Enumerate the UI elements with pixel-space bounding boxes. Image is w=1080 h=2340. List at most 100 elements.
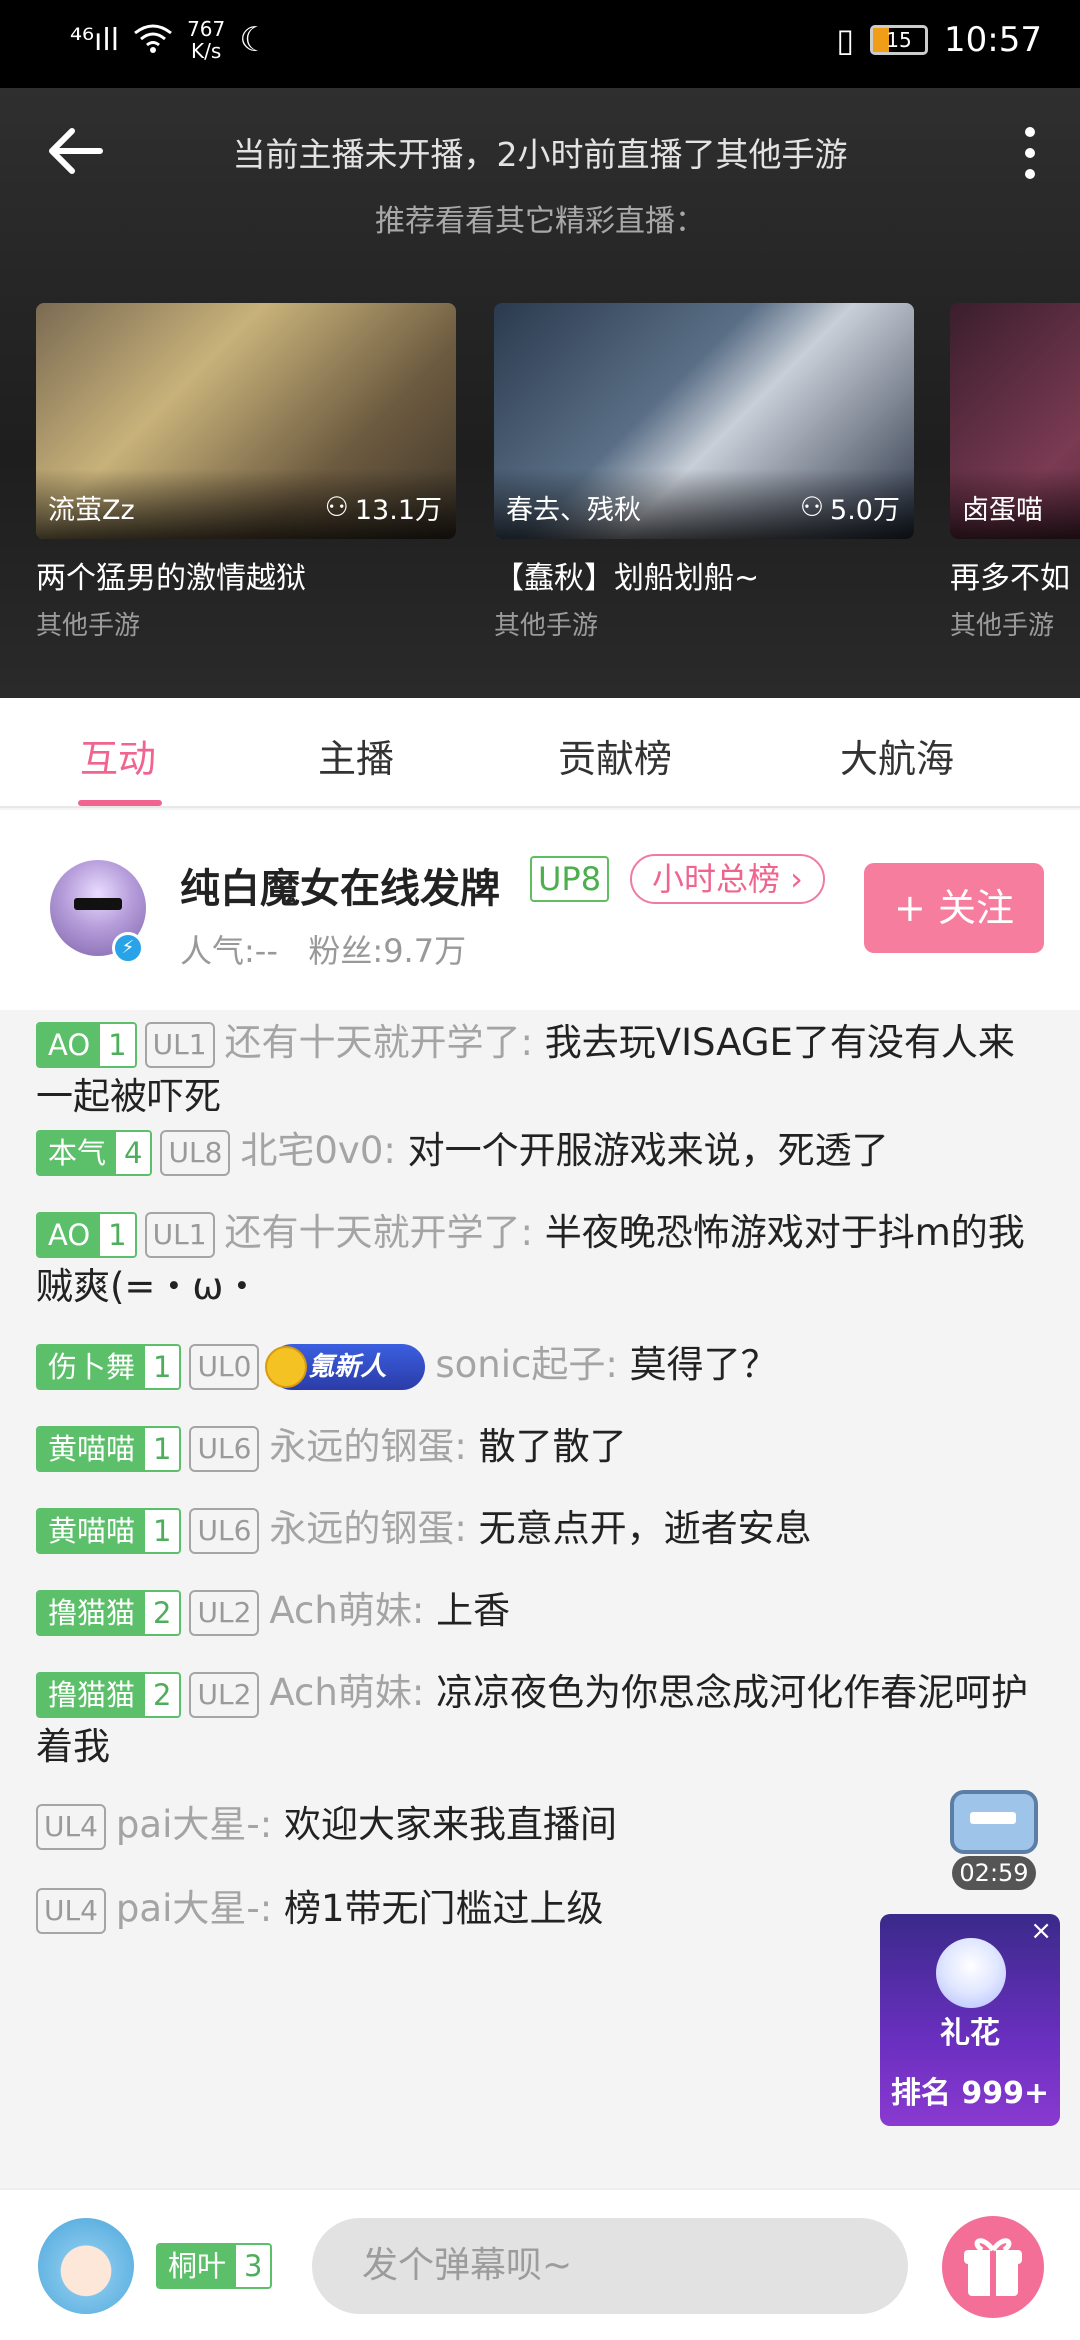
active-tab-indicator bbox=[78, 800, 162, 806]
chat-message: UL4 pai大星-: 欢迎大家来我直播间 bbox=[36, 1798, 916, 1852]
user-level-badge: UL0 bbox=[189, 1343, 260, 1390]
chat-message: UL4 pai大星-: 榜1带无门槛过上级 bbox=[36, 1882, 866, 1936]
viewer-count: ⚇ 5.0万 bbox=[799, 492, 900, 526]
chat-message: AO 1 UL1 还有十天就开学了: 我去玩VISAGE了有没有人来一起被吓死 bbox=[36, 1016, 1046, 1124]
close-icon[interactable]: × bbox=[1030, 1916, 1052, 1946]
recommend-hint: 推荐看看其它精彩直播： bbox=[375, 204, 705, 239]
up-level-badge: UP8 bbox=[530, 856, 610, 902]
recommend-card[interactable]: 流萤Zz ⚇ 13.1万 两个猛男的激情越狱 其他手游 bbox=[36, 303, 456, 642]
user-level-badge: UL6 bbox=[189, 1425, 260, 1472]
chat-username[interactable]: Ach萌妹: bbox=[269, 1671, 424, 1714]
stream-category: 其他手游 bbox=[36, 611, 141, 641]
user-level-badge: UL6 bbox=[189, 1507, 260, 1554]
stream-title: 【蠢秋】划船划船~ bbox=[494, 561, 760, 596]
chat-username[interactable]: pai大星-: bbox=[116, 1887, 272, 1930]
chat-text: 凉凉夜色为你思念成河化作春泥呵护着我 bbox=[36, 1671, 1029, 1768]
user-level-badge: UL2 bbox=[189, 1589, 260, 1636]
user-level-badge: UL2 bbox=[189, 1671, 260, 1718]
recommend-list: 流萤Zz ⚇ 13.1万 两个猛男的激情越狱 其他手游 春去、残秋 ⚇ 5.0万 【… bbox=[36, 303, 1080, 643]
fan-medal[interactable]: 黄喵喵 1 bbox=[36, 1425, 182, 1472]
stream-thumbnail: 卤蛋喵 bbox=[950, 303, 1080, 539]
more-vertical-icon[interactable] bbox=[1010, 118, 1050, 188]
fan-medal[interactable]: 撸猫猫 2 bbox=[36, 1671, 182, 1718]
recommend-card[interactable]: 卤蛋喵 再多不如 其他手游 bbox=[950, 303, 1080, 642]
gift-rank-banner[interactable]: × 礼花 排名 999+ bbox=[880, 1914, 1060, 2126]
coin-icon bbox=[265, 1345, 308, 1388]
user-level-badge: UL1 bbox=[144, 1211, 215, 1258]
tab-interact[interactable]: 互动 bbox=[80, 728, 156, 783]
fan-medal[interactable]: 撸猫猫 2 bbox=[36, 1589, 182, 1636]
recommend-card[interactable]: 春去、残秋 ⚇ 5.0万 【蠢秋】划船划船~ 其他手游 bbox=[494, 303, 914, 642]
clock: 10:57 bbox=[944, 20, 1042, 60]
fan-medal[interactable]: 黄喵喵 1 bbox=[36, 1507, 182, 1554]
chat-message: 撸猫猫 2 UL2 Ach萌妹: 凉凉夜色为你思念成河化作春泥呵护着我 bbox=[36, 1666, 1046, 1774]
chat-message: 撸猫猫 2 UL2 Ach萌妹: 上香 bbox=[36, 1584, 1046, 1638]
anchor-name: 春去、残秋 bbox=[506, 495, 641, 526]
my-avatar[interactable] bbox=[38, 2218, 134, 2314]
tab-guard[interactable]: 大航海 bbox=[840, 728, 954, 783]
room-tabs: 互动 主播 贡献榜 大航海 bbox=[0, 698, 1080, 808]
gift-button[interactable] bbox=[942, 2216, 1044, 2318]
chat-text: 无意点开，逝者安息 bbox=[466, 1507, 812, 1550]
newbie-badge: 氪新人 bbox=[265, 1343, 426, 1390]
gift-icon bbox=[964, 2238, 1022, 2296]
tab-contribution[interactable]: 贡献榜 bbox=[558, 728, 672, 783]
fan-medal[interactable]: 伤卜舞 1 bbox=[36, 1343, 182, 1390]
chat-text: 欢迎大家来我直播间 bbox=[272, 1803, 617, 1846]
anchor-name: 流萤Zz bbox=[48, 495, 135, 526]
stream-thumbnail: 流萤Zz ⚇ 13.1万 bbox=[36, 303, 456, 539]
stream-category: 其他手游 bbox=[494, 611, 599, 641]
stream-thumbnail: 春去、残秋 ⚇ 5.0万 bbox=[494, 303, 914, 539]
chat-text: 莫得了？ bbox=[617, 1343, 778, 1386]
chat-username[interactable]: 还有十天就开学了: bbox=[225, 1211, 533, 1254]
user-level-badge: UL8 bbox=[160, 1129, 231, 1176]
stream-category: 其他手游 bbox=[950, 611, 1055, 641]
streamer-info: ⚡ 纯白魔女在线发牌 UP8 小时总榜 › 人气:-- 粉丝:9.7万 + 关注 bbox=[0, 810, 1080, 1010]
chat-message: 本气 4 UL8 北宅0v0: 对一个开服游戏来说，死透了 bbox=[36, 1124, 1046, 1178]
verified-lightning-icon: ⚡ bbox=[112, 932, 144, 964]
streamer-stats: 人气:-- 粉丝:9.7万 bbox=[180, 926, 466, 972]
offline-notice: 当前主播未开播，2小时前直播了其他手游 bbox=[232, 135, 848, 174]
banner-title: 礼花 bbox=[940, 2016, 1000, 2051]
cellular-signal-icon: ⁴⁶ıll bbox=[70, 22, 120, 58]
chat-username[interactable]: 永远的钢蛋: bbox=[269, 1507, 466, 1550]
stream-title: 两个猛男的激情越狱 bbox=[36, 561, 306, 596]
fan-medal[interactable]: 本气 4 bbox=[36, 1129, 153, 1176]
chat-username[interactable]: pai大星-: bbox=[116, 1803, 272, 1846]
my-fan-medal[interactable]: 桐叶 3 bbox=[156, 2243, 273, 2289]
follow-button[interactable]: + 关注 bbox=[864, 863, 1044, 953]
fans-count: 粉丝:9.7万 bbox=[308, 932, 467, 970]
offline-recommend-panel: 当前主播未开播，2小时前直播了其他手游 推荐看看其它精彩直播： 流萤Zz ⚇ 13… bbox=[0, 88, 1080, 698]
chat-username[interactable]: Ach萌妹: bbox=[269, 1589, 424, 1632]
network-speed: 767 K/s bbox=[187, 17, 226, 63]
viewer-count: ⚇ 13.1万 bbox=[324, 492, 442, 526]
bottom-input-bar: 桐叶 3 发个弹幕呗~ bbox=[0, 2188, 1080, 2340]
tab-anchor[interactable]: 主播 bbox=[318, 728, 394, 783]
treasure-chest-button[interactable]: 02:59 bbox=[938, 1782, 1048, 1892]
battery-icon: 15 bbox=[870, 25, 929, 55]
vibrate-icon: ▯ bbox=[836, 21, 855, 59]
streamer-name: 纯白魔女在线发牌 bbox=[180, 866, 500, 912]
chat-message: 伤卜舞 1 UL0 氪新人 sonic起子: 莫得了？ bbox=[36, 1338, 1046, 1392]
wifi-icon bbox=[133, 23, 173, 57]
banner-rank: 排名 999+ bbox=[890, 2076, 1050, 2111]
chest-timer: 02:59 bbox=[952, 1856, 1036, 1890]
fan-medal[interactable]: AO 1 bbox=[36, 1211, 137, 1258]
chat-username[interactable]: 北宅0v0: bbox=[240, 1129, 395, 1172]
chat-username[interactable]: sonic起子: bbox=[435, 1343, 617, 1386]
chat-text: 对一个开服游戏来说，死透了 bbox=[395, 1129, 889, 1172]
user-level-badge: UL4 bbox=[36, 1803, 106, 1850]
chat-message: AO 1 UL1 还有十天就开学了: 半夜晚恐怖游戏对于抖m的我贼爽(=・ω・ bbox=[36, 1206, 1046, 1314]
danmaku-input[interactable]: 发个弹幕呗~ bbox=[312, 2218, 908, 2314]
stream-title: 再多不如 bbox=[950, 561, 1070, 596]
fan-medal[interactable]: AO 1 bbox=[36, 1021, 137, 1068]
chat-username[interactable]: 还有十天就开学了: bbox=[225, 1021, 533, 1064]
chat-text: 榜1带无门槛过上级 bbox=[272, 1887, 604, 1930]
chat-message: 黄喵喵 1 UL6 永远的钢蛋: 散了散了 bbox=[36, 1420, 1046, 1474]
hourly-rank-button[interactable]: 小时总榜 › bbox=[630, 854, 825, 904]
do-not-disturb-moon-icon: ☾ bbox=[239, 20, 270, 60]
user-level-badge: UL4 bbox=[36, 1887, 106, 1934]
chat-text: 上香 bbox=[424, 1589, 511, 1632]
chat-username[interactable]: 永远的钢蛋: bbox=[269, 1425, 466, 1468]
chat-text: 散了散了 bbox=[466, 1425, 627, 1468]
